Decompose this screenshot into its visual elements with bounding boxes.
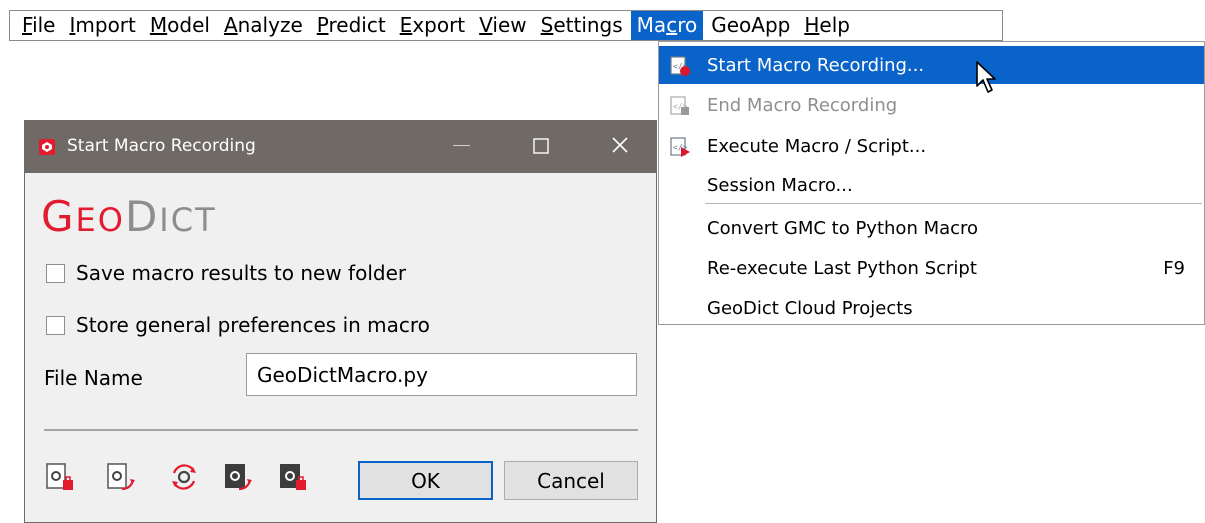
store-prefs-option[interactable]: Store general preferences in macro	[46, 313, 430, 337]
save-results-option[interactable]: Save macro results to new folder	[46, 261, 406, 285]
menu-predict-rest: redict	[328, 13, 386, 37]
menu-model-rest: odel	[167, 13, 210, 37]
dialog-separator	[44, 429, 638, 431]
dialog-title: Start Macro Recording	[67, 136, 256, 156]
save-results-checkbox[interactable]	[46, 263, 65, 283]
menu-import[interactable]: Import	[63, 11, 141, 40]
menu-analyze[interactable]: Analyze	[218, 11, 309, 40]
macro-lock-icon[interactable]	[45, 462, 75, 492]
menu-settings-mnemonic: S	[540, 13, 554, 37]
menu-bar: File Import Model Analyze Predict Export…	[9, 10, 1003, 41]
store-prefs-label: Store general preferences in macro	[76, 313, 430, 337]
menu-macro-pre: Ma	[636, 13, 667, 37]
menu-item-label: End Macro Recording	[707, 94, 898, 116]
dark-macro-lock-icon[interactable]	[278, 462, 308, 492]
menu-help-mnemonic: H	[804, 13, 820, 37]
execute-script-icon: </>	[670, 137, 690, 157]
menu-item-label: Start Macro Recording...	[707, 54, 925, 76]
menu-predict-mnemonic: P	[316, 13, 329, 37]
menu-import-rest: mport	[75, 13, 136, 37]
menu-item-execute-macro-script[interactable]: </> Execute Macro / Script...	[659, 127, 1204, 165]
cancel-button-label: Cancel	[537, 468, 605, 493]
dark-macro-run-icon[interactable]	[223, 462, 253, 492]
ok-button-label: OK	[411, 468, 440, 493]
menu-model-mnemonic: M	[149, 13, 168, 37]
menu-help[interactable]: Help	[798, 11, 856, 40]
menu-item-label: Convert GMC to Python Macro	[707, 217, 979, 239]
geodict-app-icon	[39, 139, 55, 155]
menu-view[interactable]: View	[473, 11, 532, 40]
menu-analyze-rest: nalyze	[237, 13, 303, 37]
macro-refresh-icon[interactable]	[169, 462, 199, 492]
file-name-input[interactable]	[246, 353, 637, 396]
logo-dict-first: D	[124, 192, 160, 241]
menu-analyze-mnemonic: A	[223, 13, 238, 37]
menu-item-label: Re-execute Last Python Script	[707, 257, 977, 279]
ok-button[interactable]: OK	[358, 461, 493, 500]
menu-export-mnemonic: E	[399, 13, 413, 37]
menu-item-geodict-cloud-projects[interactable]: GeoDict Cloud Projects	[659, 289, 1204, 327]
mouse-cursor-icon	[976, 61, 996, 93]
menu-geoapp-label: GeoApp	[711, 13, 791, 37]
menu-export[interactable]: Export	[394, 11, 471, 40]
menu-item-convert-gmc[interactable]: Convert GMC to Python Macro	[659, 209, 1204, 247]
shortcut-label: F9	[1163, 257, 1185, 279]
geodict-logo: GEODICT	[41, 193, 217, 244]
menu-view-mnemonic: V	[479, 13, 493, 37]
logo-geo-first: G	[41, 192, 76, 241]
menu-item-label: Execute Macro / Script...	[707, 135, 927, 157]
menu-file[interactable]: File	[16, 11, 61, 40]
save-results-label: Save macro results to new folder	[76, 261, 407, 285]
menu-item-label: GeoDict Cloud Projects	[707, 297, 913, 319]
menu-view-rest: iew	[492, 13, 527, 37]
menu-export-rest: xport	[412, 13, 466, 37]
maximize-icon[interactable]	[533, 138, 549, 154]
menu-model[interactable]: Model	[144, 11, 216, 40]
start-macro-recording-dialog: Start Macro Recording GEODICT Save macro…	[24, 120, 657, 523]
menu-item-end-macro-recording[interactable]: </> End Macro Recording	[659, 86, 1204, 124]
menu-geoapp[interactable]: GeoApp	[705, 11, 796, 40]
menu-macro[interactable]: Macro	[630, 11, 704, 40]
menu-item-session-macro[interactable]: Session Macro...	[659, 166, 1204, 204]
dialog-titlebar[interactable]: Start Macro Recording	[25, 121, 656, 173]
end-recording-icon: </>	[670, 96, 689, 115]
menu-item-label: Session Macro...	[707, 174, 853, 196]
macro-run-icon[interactable]	[106, 462, 136, 492]
logo-geo-rest: EO	[75, 201, 125, 239]
start-recording-icon: </>	[670, 56, 690, 76]
menu-macro-mnemonic: c	[666, 13, 678, 37]
menu-item-start-macro-recording[interactable]: </> Start Macro Recording...	[659, 46, 1204, 84]
menu-macro-rest: ro	[677, 13, 698, 37]
menu-separator	[705, 203, 1202, 204]
macro-dropdown-menu: </> Start Macro Recording... </> End Mac…	[658, 41, 1205, 325]
menu-settings[interactable]: Settings	[535, 11, 629, 40]
menu-item-reexecute-python[interactable]: Re-execute Last Python Script F9	[659, 249, 1204, 287]
menu-predict[interactable]: Predict	[311, 11, 392, 40]
cancel-button[interactable]: Cancel	[504, 461, 638, 500]
store-prefs-checkbox[interactable]	[46, 315, 65, 335]
menu-help-rest: elp	[819, 13, 850, 37]
minimize-icon[interactable]	[453, 145, 470, 146]
menu-file-mnemonic: F	[22, 13, 33, 37]
logo-dict-rest: ICT	[159, 201, 217, 239]
file-name-label: File Name	[44, 366, 143, 390]
menu-file-rest: ile	[32, 13, 56, 37]
menu-settings-rest: ettings	[553, 13, 623, 37]
close-icon[interactable]	[609, 134, 631, 156]
